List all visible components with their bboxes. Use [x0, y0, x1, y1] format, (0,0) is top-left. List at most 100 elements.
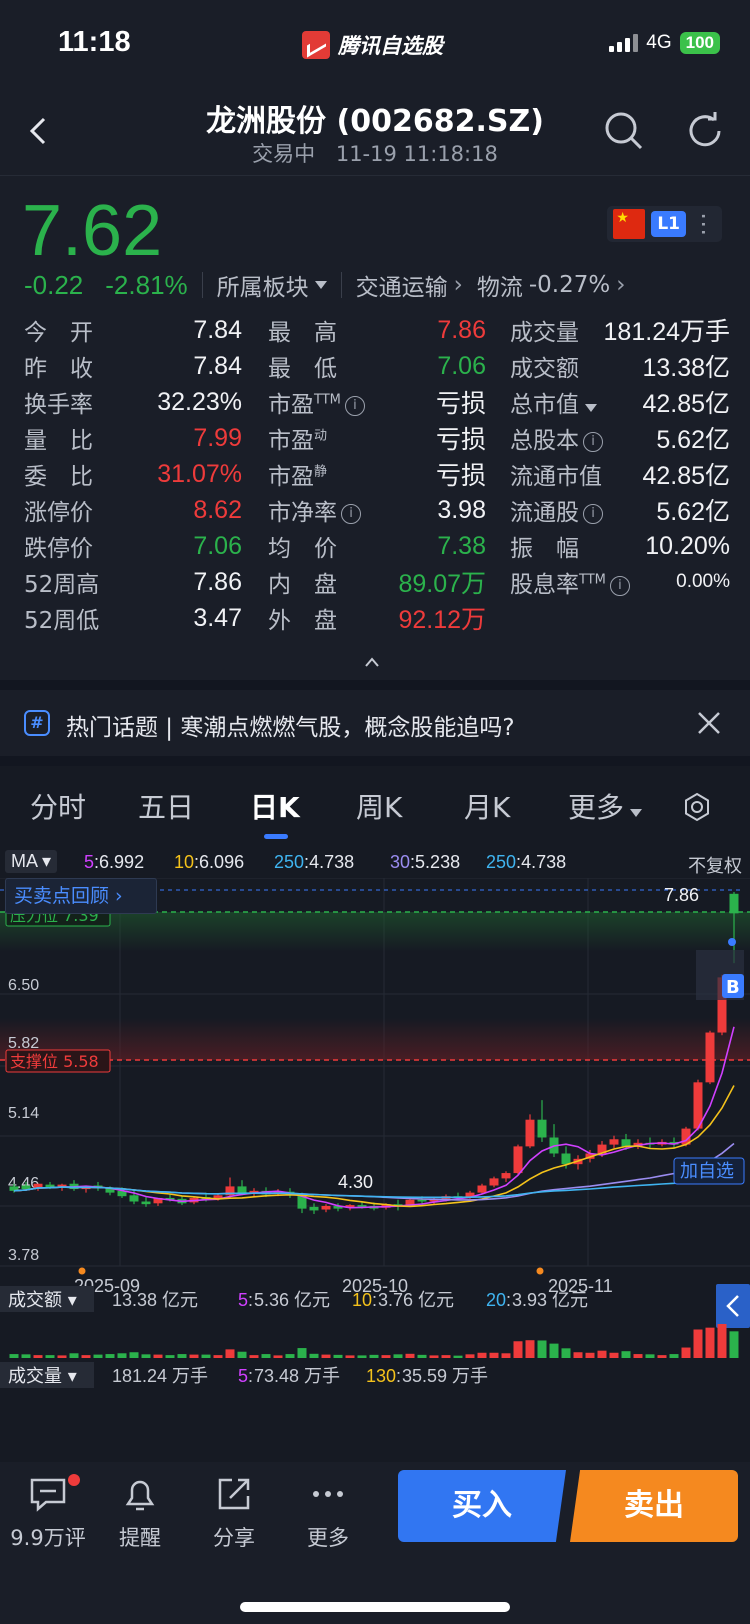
- high52-label: 52周高: [24, 572, 100, 598]
- sector-dropdown[interactable]: 所属板块: [217, 268, 327, 302]
- status-app-name: 腾讯自选股: [302, 30, 443, 60]
- share-button[interactable]: 分享: [194, 1474, 274, 1552]
- volume-bar: [621, 1351, 631, 1358]
- share-icon: [218, 1478, 250, 1510]
- chevron-right-icon: ›: [453, 272, 463, 298]
- kline-chart[interactable]: 6.50 5.82 5.14 4.46 3.78 2025-09 2025-10…: [0, 878, 750, 1388]
- sub-industry-link[interactable]: 物流 -0.27% ›: [477, 268, 626, 302]
- level-badge: L1: [651, 211, 686, 237]
- volume-bar: [429, 1355, 439, 1358]
- limit-down-value: 7.06: [193, 531, 242, 560]
- volume-bar: [225, 1349, 235, 1358]
- trade-review-button[interactable]: 买卖点回顾 ›: [5, 878, 157, 914]
- turnover-value: 13.38亿: [642, 354, 730, 382]
- volume-selector[interactable]: 成交量 ▾: [8, 1366, 77, 1387]
- add-watchlist-button[interactable]: 加自选: [680, 1161, 734, 1182]
- vol2-ma5-value: 73.48 万手: [254, 1366, 340, 1386]
- caret-down-icon: [630, 809, 643, 817]
- info-icon[interactable]: i: [341, 503, 361, 524]
- volume-bar: [261, 1354, 271, 1358]
- ma-item: 10:6.096: [174, 852, 245, 872]
- battery-icon: 100: [679, 32, 720, 54]
- turnover-selector[interactable]: 成交额 ▾: [8, 1290, 77, 1311]
- candle-body: [705, 1032, 715, 1083]
- vol2-ma130-key: 130: [366, 1366, 396, 1386]
- candle-body: [729, 893, 739, 914]
- y-tick-label: 3.78: [8, 1247, 39, 1264]
- high-label: 最 高: [268, 320, 337, 346]
- low-price-label: 4.30: [338, 1172, 373, 1192]
- ma-selector[interactable]: MA ▾: [5, 850, 58, 873]
- turnover-total: 13.38 亿元: [112, 1290, 198, 1310]
- pe-ttm-label[interactable]: 市盈TTM i: [268, 385, 365, 419]
- vol-ma5-value: 5.36 亿元: [254, 1290, 330, 1310]
- volume-bar: [729, 1331, 739, 1358]
- close-icon[interactable]: [696, 710, 722, 736]
- volume-bar: [117, 1353, 127, 1358]
- volume-bar: [393, 1354, 403, 1358]
- candle-body: [321, 1205, 331, 1210]
- volume-value: 181.24万手: [603, 318, 730, 346]
- volume-bar: [405, 1353, 415, 1358]
- settings-icon[interactable]: [682, 792, 712, 822]
- inner-value: 89.07万: [398, 570, 486, 598]
- remind-button[interactable]: 提醒: [100, 1474, 180, 1552]
- mkt-cap-label[interactable]: 总市值: [510, 385, 597, 419]
- vol-ma20-key: 20: [486, 1290, 506, 1310]
- comments-button[interactable]: 9.9万评: [8, 1474, 88, 1552]
- prev-close-label: 昨 收: [24, 356, 93, 382]
- info-icon[interactable]: i: [609, 575, 630, 596]
- search-icon[interactable]: [603, 110, 645, 152]
- candle-body: [621, 1139, 631, 1147]
- market-badges[interactable]: L1 ⋯: [607, 206, 722, 242]
- candle-body: [525, 1119, 535, 1147]
- adjust-toggle[interactable]: 不复权: [688, 852, 742, 878]
- volume-bar: [9, 1354, 19, 1358]
- pe-ttm-value: 亏损: [435, 390, 486, 418]
- volume-bar: [189, 1354, 199, 1358]
- sub-industry-name: 物流: [476, 275, 523, 301]
- y-tick-label: 5.14: [8, 1105, 39, 1122]
- industry-link[interactable]: 交通运输 ›: [356, 268, 463, 302]
- tab-daily-k[interactable]: 日K: [250, 786, 300, 826]
- info-icon[interactable]: i: [583, 431, 603, 452]
- dividend-label[interactable]: 股息率TTM i: [510, 565, 630, 599]
- comments-label: 9.9万评: [10, 1526, 86, 1550]
- sell-button[interactable]: 卖出: [570, 1470, 738, 1542]
- hot-topic-banner[interactable]: # 热门话题 | 寒潮点燃燃气股，概念股能追吗?: [0, 690, 750, 756]
- volume-bar: [345, 1355, 355, 1358]
- change-abs: -0.22: [24, 269, 84, 300]
- tab-five-day[interactable]: 五日: [138, 786, 194, 826]
- more-button[interactable]: 更多: [288, 1474, 368, 1552]
- tab-intraday[interactable]: 分时: [30, 786, 86, 826]
- info-icon[interactable]: i: [583, 503, 603, 524]
- float-shares-label[interactable]: 流通股 i: [510, 493, 603, 527]
- more-options-icon[interactable]: ⋯: [690, 212, 718, 236]
- caret-down-icon: [314, 281, 327, 289]
- open-label: 今 开: [24, 320, 93, 346]
- low52-label: 52周低: [24, 608, 100, 634]
- buy-button[interactable]: 买入: [398, 1470, 566, 1542]
- chart-area: 分时 五日 日K 周K 月K 更多 MA ▾ 5:6.992 10:6.096 …: [0, 766, 750, 1462]
- volume-total: 181.24 万手: [112, 1366, 208, 1386]
- volume-bar: [237, 1351, 247, 1358]
- total-shares-label[interactable]: 总股本 i: [510, 421, 603, 455]
- volume-bar: [585, 1352, 595, 1358]
- tab-monthly-k[interactable]: 月K: [464, 786, 510, 826]
- candle-body: [609, 1139, 619, 1145]
- pb-label[interactable]: 市净率 i: [268, 493, 361, 527]
- info-icon[interactable]: i: [344, 395, 365, 416]
- vol2-ma5-key: 5: [238, 1366, 248, 1386]
- refresh-icon[interactable]: [684, 110, 726, 152]
- dividend-value: 0.00%: [676, 571, 730, 592]
- volume-bar: [441, 1355, 451, 1358]
- tab-more[interactable]: 更多: [568, 786, 643, 826]
- collapse-caret-icon[interactable]: [364, 654, 380, 670]
- buy-marker[interactable]: B: [726, 977, 740, 998]
- volume-bar: [645, 1354, 655, 1358]
- status-time: 11:18: [58, 26, 131, 58]
- tab-weekly-k[interactable]: 周K: [356, 786, 402, 826]
- vol-ma10-key: 10: [352, 1290, 372, 1310]
- volume-bar: [153, 1354, 163, 1358]
- hashtag-icon: #: [24, 710, 50, 736]
